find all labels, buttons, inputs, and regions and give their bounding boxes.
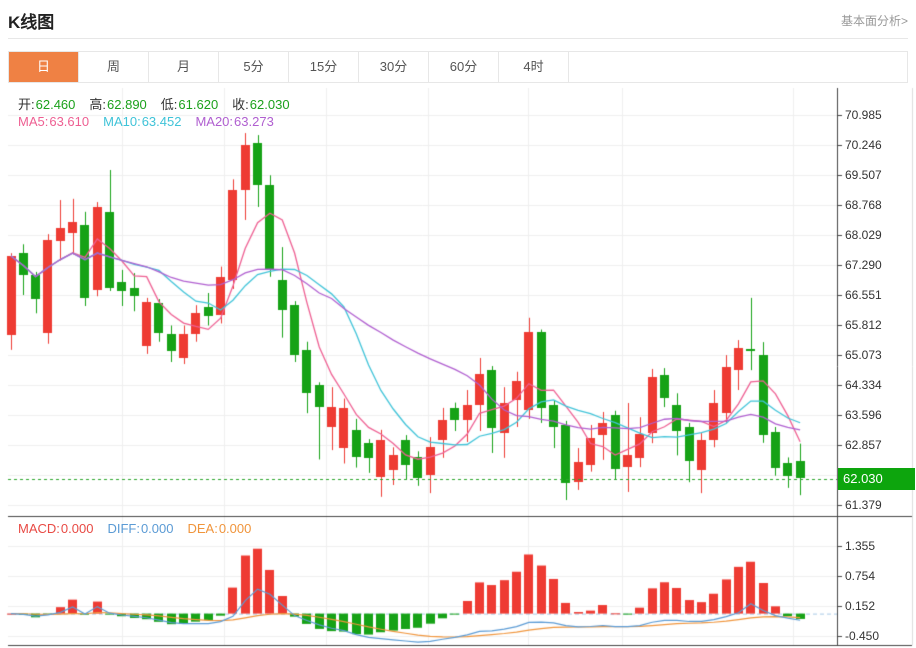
- y-axis-label: 67.290: [845, 258, 882, 272]
- y-axis-label: 68.768: [845, 198, 882, 212]
- header-divider: [8, 38, 908, 39]
- tab-周[interactable]: 周: [79, 52, 149, 82]
- legend-item: MA10:63.452: [103, 114, 182, 129]
- tab-15分[interactable]: 15分: [289, 52, 359, 82]
- legend-item: MACD:0.000: [18, 521, 94, 536]
- page-title: K线图: [8, 13, 55, 32]
- tab-日[interactable]: 日: [9, 52, 79, 82]
- y-axis-label: 70.985: [845, 108, 882, 122]
- tab-60分[interactable]: 60分: [429, 52, 499, 82]
- y-axis-label: 70.246: [845, 138, 882, 152]
- fundamental-analysis-link[interactable]: 基本面分析>: [841, 12, 908, 29]
- y-axis-label: 0.754: [845, 568, 876, 583]
- period-tab-bar: 日周月 5分 15分 30分 60分 4时: [8, 51, 908, 83]
- y-axis-label: -0.450: [845, 629, 880, 644]
- ma-legend: MA5:63.610 MA10:63.452 MA20:63.273: [18, 114, 274, 129]
- y-axis-label: 66.551: [845, 288, 882, 302]
- y-axis-label: 65.812: [845, 318, 882, 332]
- current-price-badge: 62.030: [838, 467, 915, 490]
- y-axis-label: 0.152: [845, 599, 876, 613]
- tab-30分[interactable]: 30分: [359, 52, 429, 82]
- tab-月[interactable]: 月: [149, 52, 219, 82]
- legend-item: 收:62.030: [232, 97, 290, 112]
- tab-5分[interactable]: 5分: [219, 52, 289, 82]
- legend-item: MA20:63.273: [195, 114, 274, 129]
- y-axis-label: 64.334: [845, 378, 882, 392]
- macd-legend: MACD:0.000 DIFF:0.000 DEA:0.000: [18, 521, 251, 536]
- legend-item: DEA:0.000: [187, 521, 252, 536]
- y-axis-label: 1.355: [845, 538, 876, 553]
- legend-item: 开:62.460: [18, 97, 76, 112]
- legend-item: 低:61.620: [160, 97, 219, 112]
- legend-item: DIFF:0.000: [107, 521, 174, 536]
- tab-4时[interactable]: 4时: [499, 52, 569, 82]
- legend-item: 高:62.890: [89, 97, 147, 112]
- y-axis-label: 63.596: [845, 407, 882, 422]
- ohlc-legend: 开:62.460 高:62.890 低:61.620 收:62.030: [18, 94, 290, 113]
- y-axis-label: 61.379: [845, 497, 882, 512]
- y-axis-label: 62.857: [845, 437, 882, 452]
- y-axis-label: 68.029: [845, 228, 882, 242]
- y-axis-label: 69.507: [845, 168, 882, 182]
- y-axis-label: 65.073: [845, 348, 882, 362]
- legend-item: MA5:63.610: [18, 114, 90, 129]
